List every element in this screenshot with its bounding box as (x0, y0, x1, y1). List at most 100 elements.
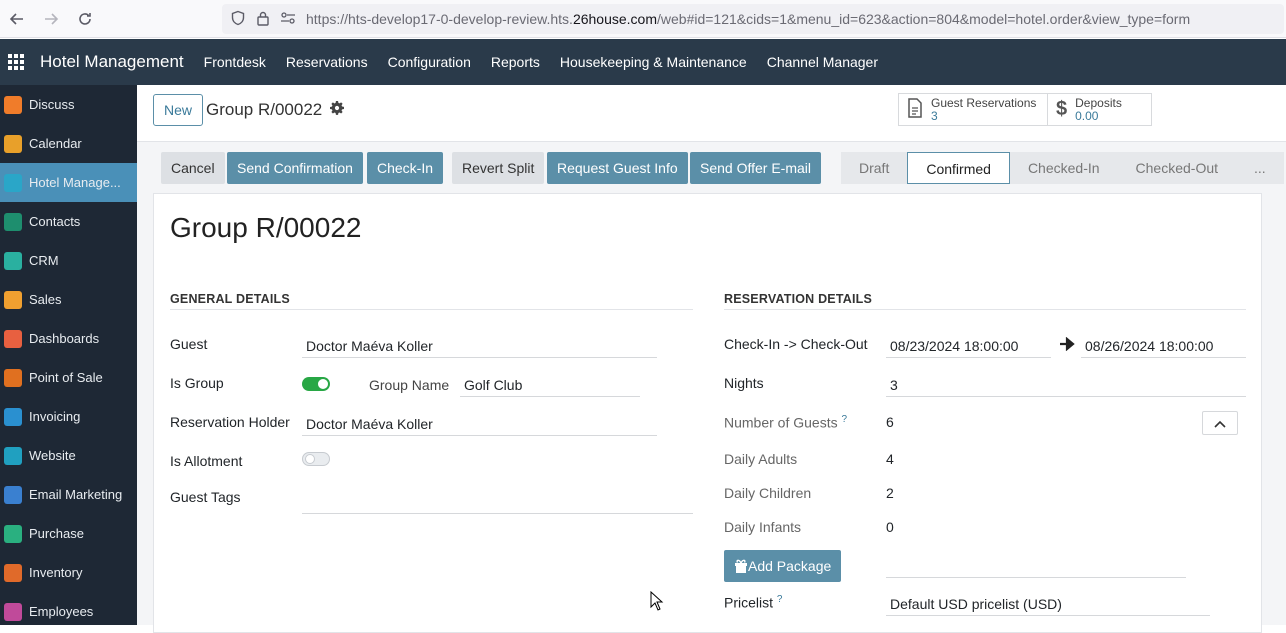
add-package-button[interactable]: Add Package (724, 550, 842, 584)
sidebar-item-crm[interactable]: CRM (0, 241, 137, 280)
shield-icon[interactable] (230, 10, 246, 29)
guest-tags-field[interactable] (302, 513, 693, 514)
breadcrumb-current: Group R/00022 (206, 100, 323, 119)
reservation-holder-field[interactable]: Doctor Maéva Koller (306, 416, 433, 432)
send-offer-email-button[interactable]: Send Offer E-mail (690, 152, 822, 184)
back-icon[interactable] (0, 0, 34, 38)
sidebar-item-label: Point of Sale (29, 370, 103, 385)
app-icon (4, 563, 22, 582)
app-icon (4, 446, 22, 465)
sidebar-item-purchase[interactable]: Purchase (0, 514, 137, 553)
sidebar-item-inventory[interactable]: Inventory (0, 553, 137, 592)
new-button[interactable]: New (153, 94, 204, 126)
lock-icon[interactable] (256, 10, 270, 29)
send-confirmation-button[interactable]: Send Confirmation (227, 152, 363, 184)
record-title: Group R/00022 (170, 212, 362, 243)
sidebar-item-hotel-manage[interactable]: Hotel Manage... (0, 163, 137, 202)
app-icon (4, 134, 22, 153)
guest-reservations-label: Guest Reservations (931, 96, 1037, 110)
sidebar-item-dashboards[interactable]: Dashboards (0, 319, 137, 358)
sidebar-item-point-of-sale[interactable]: Point of Sale (0, 358, 137, 397)
collapse-button[interactable] (1202, 411, 1238, 435)
arrow-right-icon (1059, 336, 1075, 354)
package-field[interactable] (886, 577, 1186, 578)
divider (302, 435, 657, 436)
sidebar-item-sales[interactable]: Sales (0, 280, 137, 319)
app-icon (4, 485, 22, 504)
pricelist-field[interactable]: Default USD pricelist (USD) (890, 596, 1062, 612)
smart-buttons: Guest Reservations 3 $ Deposits 0.00 (898, 93, 1152, 126)
menu-reports[interactable]: Reports (481, 54, 550, 70)
cancel-button[interactable]: Cancel (161, 152, 225, 184)
sidebar-item-label: Purchase (29, 526, 84, 541)
action-bar: Cancel Send Confirmation Check-In Revert… (137, 143, 1286, 191)
checkin-date-field[interactable]: 08/23/2024 18:00:00 (890, 338, 1018, 354)
url-text[interactable]: https://hts-develop17-0-develop-review.h… (306, 11, 1190, 27)
help-icon[interactable]: ? (777, 594, 783, 605)
gift-icon (734, 552, 748, 584)
app-icon (4, 524, 22, 543)
sidebar-item-label: Invoicing (29, 409, 81, 424)
group-name-field[interactable]: Golf Club (464, 377, 522, 393)
reload-icon[interactable] (68, 0, 102, 38)
menu-channel-manager[interactable]: Channel Manager (757, 54, 888, 70)
sidebar-item-email-marketing[interactable]: Email Marketing (0, 475, 137, 514)
revert-split-button[interactable]: Revert Split (452, 152, 545, 184)
sidebar-item-label: Inventory (29, 565, 83, 580)
pricelist-label: Pricelist ? (724, 594, 783, 611)
status-bar: Draft Confirmed Checked-In Checked-Out .… (841, 152, 1284, 184)
permissions-icon[interactable] (280, 10, 296, 29)
is-group-toggle[interactable] (302, 377, 330, 391)
url-bar[interactable]: https://hts-develop17-0-develop-review.h… (222, 4, 1284, 34)
help-icon[interactable]: ? (842, 414, 848, 425)
checkout-date-field[interactable]: 08/26/2024 18:00:00 (1085, 338, 1213, 354)
top-navbar: Hotel Management Frontdesk Reservations … (0, 39, 1286, 85)
nights-field[interactable]: 3 (890, 377, 898, 393)
guest-reservations-button[interactable]: Guest Reservations 3 (899, 94, 1047, 125)
stage-checked-in[interactable]: Checked-In (1010, 152, 1118, 184)
sidebar-item-label: Dashboards (29, 331, 100, 346)
guest-field[interactable]: Doctor Maéva Koller (306, 338, 433, 354)
request-guest-info-button[interactable]: Request Guest Info (547, 152, 688, 184)
divider (724, 309, 1246, 310)
stage-draft[interactable]: Draft (841, 152, 907, 184)
stage-more[interactable]: ... (1236, 152, 1284, 184)
sidebar-item-calendar[interactable]: Calendar (0, 124, 137, 163)
menu-configuration[interactable]: Configuration (378, 54, 481, 70)
form-sheet: Group R/00022 GENERAL DETAILS Guest Doct… (153, 193, 1262, 633)
app-icon (4, 290, 22, 309)
deposits-button[interactable]: $ Deposits 0.00 (1047, 94, 1151, 125)
is-allotment-label: Is Allotment (170, 453, 243, 469)
general-details-heading: GENERAL DETAILS (170, 292, 290, 306)
menu-housekeeping[interactable]: Housekeeping & Maintenance (550, 54, 757, 70)
sidebar-item-contacts[interactable]: Contacts (0, 202, 137, 241)
app-icon (4, 95, 22, 114)
daily-adults-label: Daily Adults (724, 451, 798, 467)
guest-tags-label: Guest Tags (170, 489, 241, 505)
forward-icon[interactable] (34, 0, 68, 38)
sidebar-item-label: Discuss (29, 97, 75, 112)
sidebar-item-employees[interactable]: Employees (0, 592, 137, 631)
daily-infants-label: Daily Infants (724, 519, 802, 535)
menu-frontdesk[interactable]: Frontdesk (194, 54, 276, 70)
sidebar-item-label: Sales (29, 292, 62, 307)
gear-icon[interactable] (330, 100, 345, 120)
check-in-button[interactable]: Check-In (367, 152, 444, 184)
app-title[interactable]: Hotel Management (40, 52, 184, 72)
menu-reservations[interactable]: Reservations (276, 54, 378, 70)
sidebar-item-label: Calendar (29, 136, 82, 151)
sidebar-item-label: CRM (29, 253, 59, 268)
is-allotment-toggle[interactable] (302, 452, 330, 466)
sidebar-item-invoicing[interactable]: Invoicing (0, 397, 137, 436)
mouse-cursor-icon (650, 590, 664, 614)
app-icon (4, 407, 22, 426)
apps-menu-icon[interactable] (0, 39, 32, 85)
sidebar-item-label: Contacts (29, 214, 81, 229)
stage-checked-out[interactable]: Checked-Out (1118, 152, 1236, 184)
guest-reservations-value: 3 (931, 109, 938, 123)
daily-infants-value: 0 (886, 519, 894, 535)
sidebar-item-discuss[interactable]: Discuss (0, 85, 137, 124)
reservation-details-heading: RESERVATION DETAILS (724, 292, 873, 306)
stage-confirmed[interactable]: Confirmed (907, 152, 1010, 184)
sidebar-item-website[interactable]: Website (0, 436, 137, 475)
